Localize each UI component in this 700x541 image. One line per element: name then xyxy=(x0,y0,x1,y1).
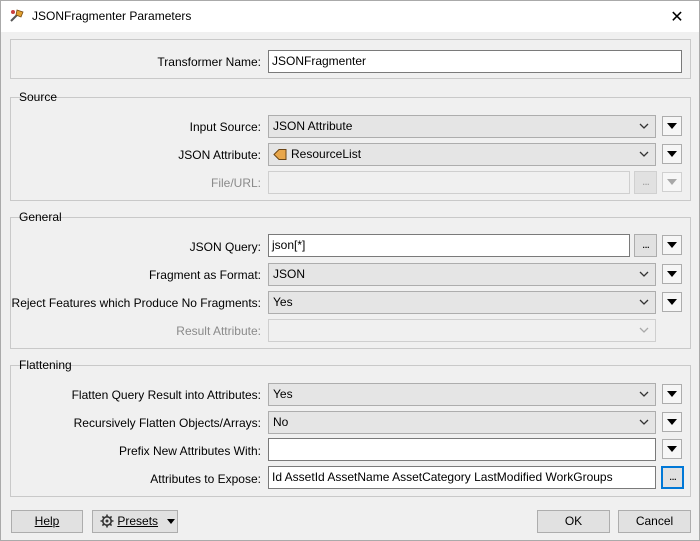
expose-label: Attributes to Expose: xyxy=(150,472,261,486)
expose-edit-button[interactable]: ... xyxy=(661,466,684,489)
transformer-name-label: Transformer Name: xyxy=(157,55,261,69)
triangle-down-icon xyxy=(667,419,677,425)
close-button[interactable]: ✕ xyxy=(657,1,697,32)
fragment-format-value: JSON xyxy=(273,267,306,281)
input-source-select[interactable]: JSON Attribute xyxy=(268,115,656,138)
chevron-down-icon xyxy=(639,271,649,277)
window-title: JSONFragmenter Parameters xyxy=(32,9,192,23)
chevron-down-icon xyxy=(639,123,649,129)
presets-button[interactable]: Presets xyxy=(92,510,178,533)
close-icon: ✕ xyxy=(670,8,684,26)
transformer-name-input[interactable]: JSONFragmenter xyxy=(268,50,682,73)
prefix-menu-button[interactable] xyxy=(662,439,682,459)
help-button-label: Help xyxy=(34,514,60,528)
chevron-down-icon xyxy=(639,299,649,305)
fragment-format-label: Fragment as Format: xyxy=(148,268,261,282)
dialog-window: JSONFragmenter Parameters ✕ Transformer … xyxy=(0,0,700,541)
recursive-flatten-value: No xyxy=(273,415,289,429)
json-query-input[interactable]: json[*] xyxy=(268,234,630,257)
title-bar: JSONFragmenter Parameters ✕ xyxy=(1,1,699,32)
prefix-label: Prefix New Attributes With: xyxy=(118,444,261,458)
recursive-flatten-select[interactable]: No xyxy=(268,411,656,434)
reject-features-label: Reject Features which Produce No Fragmen… xyxy=(11,296,261,310)
app-transformer-icon xyxy=(10,9,24,22)
triangle-down-icon xyxy=(667,242,677,248)
triangle-down-icon xyxy=(667,299,677,305)
chevron-down-icon xyxy=(639,327,649,333)
json-attribute-select[interactable]: ResourceList xyxy=(268,143,656,166)
cancel-button[interactable]: Cancel xyxy=(618,510,691,533)
triangle-down-icon xyxy=(667,179,677,185)
triangle-down-icon xyxy=(667,446,677,452)
result-attribute-label: Result Attribute: xyxy=(176,324,261,338)
cancel-button-label: Cancel xyxy=(635,514,674,528)
prefix-input[interactable] xyxy=(268,438,656,461)
reject-features-value: Yes xyxy=(273,295,293,309)
json-query-label: JSON Query: xyxy=(189,240,261,254)
ok-button-label: OK xyxy=(564,514,583,528)
triangle-down-icon xyxy=(667,391,677,397)
file-url-input[interactable] xyxy=(268,171,630,194)
flatten-query-select[interactable]: Yes xyxy=(268,383,656,406)
input-source-value: JSON Attribute xyxy=(273,119,353,133)
fragment-format-menu-button[interactable] xyxy=(662,264,682,284)
input-source-menu-button[interactable] xyxy=(662,116,682,136)
result-attribute-select[interactable] xyxy=(268,319,656,342)
reject-features-menu-button[interactable] xyxy=(662,292,682,312)
recursive-flatten-menu-button[interactable] xyxy=(662,412,682,432)
file-url-browse-button[interactable]: ... xyxy=(634,171,657,194)
json-attribute-label: JSON Attribute: xyxy=(178,148,261,162)
recursive-flatten-label: Recursively Flatten Objects/Arrays: xyxy=(73,416,261,430)
file-url-label: File/URL: xyxy=(210,176,261,190)
json-query-edit-button[interactable]: ... xyxy=(634,234,657,257)
flattening-section-title: Flattening xyxy=(19,358,72,372)
gear-icon xyxy=(100,514,114,528)
flatten-query-menu-button[interactable] xyxy=(662,384,682,404)
flatten-query-label: Flatten Query Result into Attributes: xyxy=(71,388,261,402)
triangle-down-icon xyxy=(167,519,176,525)
fragment-format-select[interactable]: JSON xyxy=(268,263,656,286)
json-attribute-value: ResourceList xyxy=(291,147,362,161)
json-attribute-menu-button[interactable] xyxy=(662,144,682,164)
json-query-menu-button[interactable] xyxy=(662,235,682,255)
chevron-down-icon xyxy=(639,419,649,425)
file-url-menu-button[interactable] xyxy=(662,172,682,192)
triangle-down-icon xyxy=(667,151,677,157)
chevron-down-icon xyxy=(639,391,649,397)
reject-features-select[interactable]: Yes xyxy=(268,291,656,314)
chevron-down-icon xyxy=(639,151,649,157)
triangle-down-icon xyxy=(667,271,677,277)
general-section-title: General xyxy=(19,210,62,224)
expose-input[interactable]: Id AssetId AssetName AssetCategory LastM… xyxy=(268,466,656,489)
ok-button[interactable]: OK xyxy=(537,510,610,533)
source-section-title: Source xyxy=(19,90,58,104)
input-source-label: Input Source: xyxy=(189,120,261,134)
flatten-query-value: Yes xyxy=(273,387,293,401)
presets-button-label: Presets xyxy=(117,514,159,528)
triangle-down-icon xyxy=(667,123,677,129)
attribute-icon xyxy=(273,149,287,161)
help-button[interactable]: Help xyxy=(11,510,83,533)
